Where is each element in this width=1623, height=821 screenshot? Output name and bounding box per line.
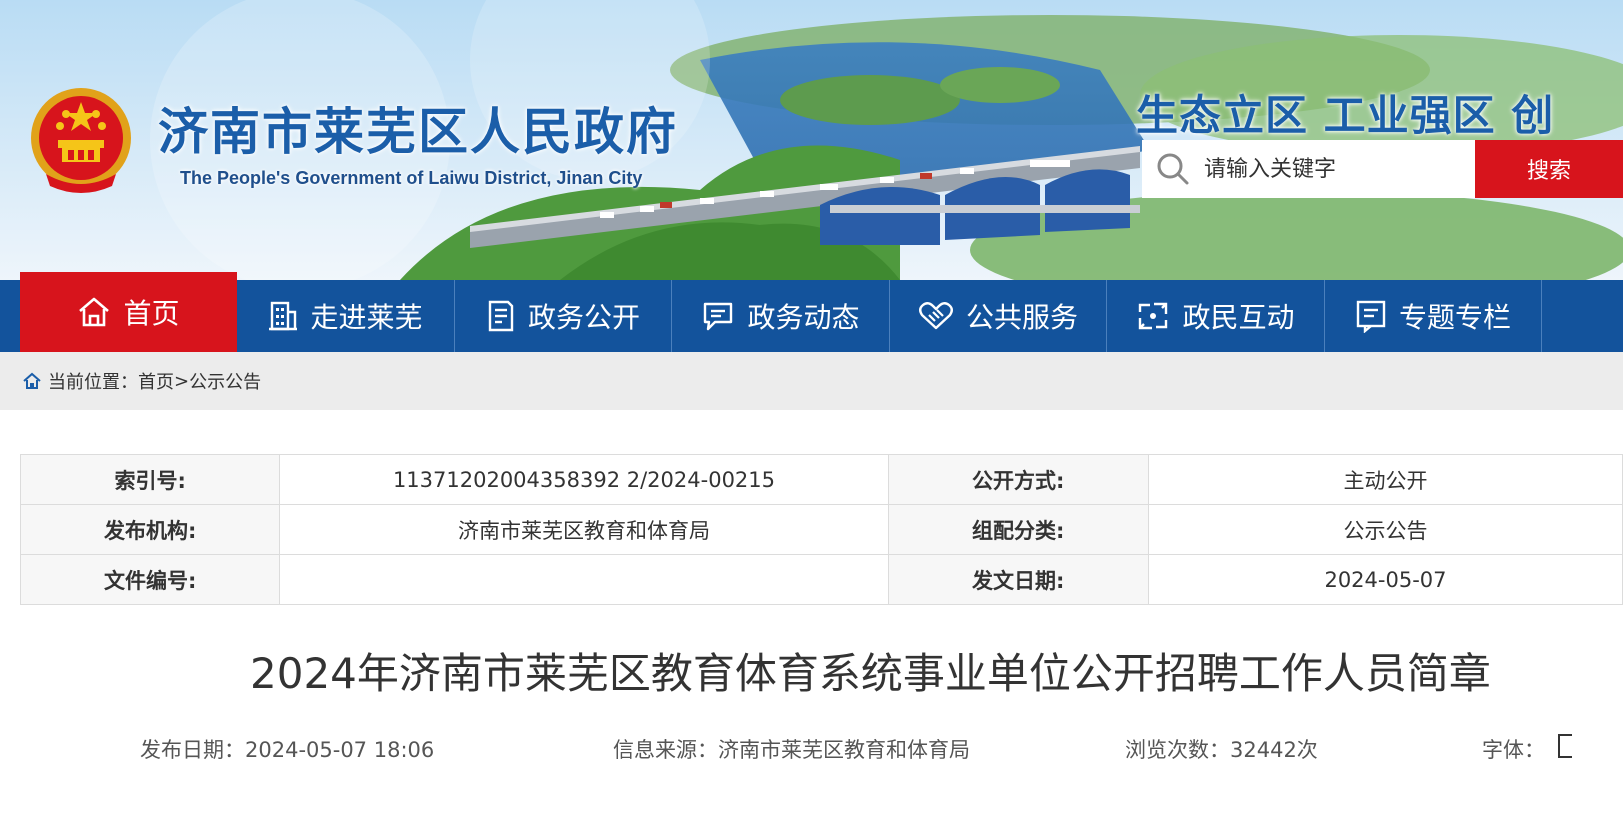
nav-item-about[interactable]: 走进莱芜 <box>237 280 455 352</box>
article-title: 2024年济南市莱芜区教育体育系统事业单位公开招聘工作人员简章 <box>250 649 1491 698</box>
location-home-icon <box>23 372 41 389</box>
breadcrumb: 当前位置： 首页 > 公示公告 <box>22 352 261 410</box>
search-button[interactable]: 搜索 <box>1475 140 1623 198</box>
nav-item-public-service[interactable]: 公共服务 <box>890 280 1107 352</box>
disclosure-label: 公开方式: <box>887 454 1149 505</box>
index-label: 索引号: <box>19 454 281 505</box>
nav-label: 首页 <box>123 297 180 330</box>
national-emblem-icon <box>31 88 131 193</box>
nav-item-special-topics[interactable]: 专题专栏 <box>1325 280 1542 352</box>
disclosure-value: 主动公开 <box>1147 454 1623 505</box>
date-value: 2024-05-07 <box>1147 554 1623 605</box>
breadcrumb-home-link[interactable]: 首页 <box>138 368 174 394</box>
publisher-value: 济南市莱芜区教育和体育局 <box>279 504 889 555</box>
nav-label: 政民互动 <box>1182 301 1295 334</box>
nav-label: 专题专栏 <box>1398 301 1511 334</box>
breadcrumb-current-link[interactable]: 公示公告 <box>189 368 261 394</box>
nav-label: 政务动态 <box>747 301 860 334</box>
building-icon <box>269 301 298 331</box>
home-icon <box>79 297 110 327</box>
search-box <box>1142 140 1475 198</box>
nav-label: 走进莱芜 <box>310 301 423 334</box>
header-banner: 济南市莱芜区人民政府 The People's Government of La… <box>0 0 1623 280</box>
view-count: 浏览次数：32442次 <box>1125 738 1318 762</box>
table-row: 文件编号: 发文日期: 2024-05-07 <box>19 554 1623 605</box>
site-subtitle: The People's Government of Laiwu Distric… <box>180 168 643 188</box>
table-row: 发布机构: 济南市莱芜区教育和体育局 组配分类: 公示公告 <box>19 504 1623 555</box>
category-label: 组配分类: <box>887 504 1149 555</box>
handshake-icon <box>919 302 953 330</box>
board-icon <box>1356 300 1386 333</box>
date-label: 发文日期: <box>887 554 1149 605</box>
main-nav: 首页 走进莱芜 政务公开 政务动态 公共服务 政民互动 专题专栏 <box>0 272 1623 352</box>
nav-label: 政务公开 <box>527 301 640 334</box>
category-value: 公示公告 <box>1147 504 1623 555</box>
font-size-control[interactable] <box>1558 734 1572 758</box>
publisher-label: 发布机构: <box>19 504 281 555</box>
breadcrumb-bar: 当前位置： 首页 > 公示公告 <box>0 352 1623 410</box>
breadcrumb-prefix: 当前位置： <box>48 372 138 393</box>
exchange-icon <box>1139 302 1168 330</box>
breadcrumb-separator: > <box>174 370 190 392</box>
index-value: 11371202004358392 2/2024-00215 <box>279 454 889 505</box>
font-size-label: 字体： <box>1482 738 1545 762</box>
search-icon <box>1157 153 1189 185</box>
nav-item-interaction[interactable]: 政民互动 <box>1107 280 1325 352</box>
chat-icon <box>704 302 733 331</box>
nav-item-gov-news[interactable]: 政务动态 <box>672 280 890 352</box>
document-icon <box>488 300 514 332</box>
nav-item-gov-disclosure[interactable]: 政务公开 <box>455 280 672 352</box>
nav-item-home[interactable]: 首页 <box>20 272 237 352</box>
publish-date: 发布日期：2024-05-07 18:06 <box>140 738 435 762</box>
site-title: 济南市莱芜区人民政府 <box>158 103 678 161</box>
info-source: 信息来源：济南市莱芜区教育和体育局 <box>613 738 970 762</box>
document-info-table: 索引号: 11371202004358392 2/2024-00215 公开方式… <box>19 454 1623 605</box>
table-row: 索引号: 11371202004358392 2/2024-00215 公开方式… <box>19 454 1623 505</box>
docno-value <box>279 554 889 605</box>
search-input[interactable] <box>1202 148 1466 190</box>
nav-label: 公共服务 <box>965 301 1078 334</box>
docno-label: 文件编号: <box>19 554 281 605</box>
slogan: 生态立区 工业强区 创 <box>1136 91 1555 140</box>
